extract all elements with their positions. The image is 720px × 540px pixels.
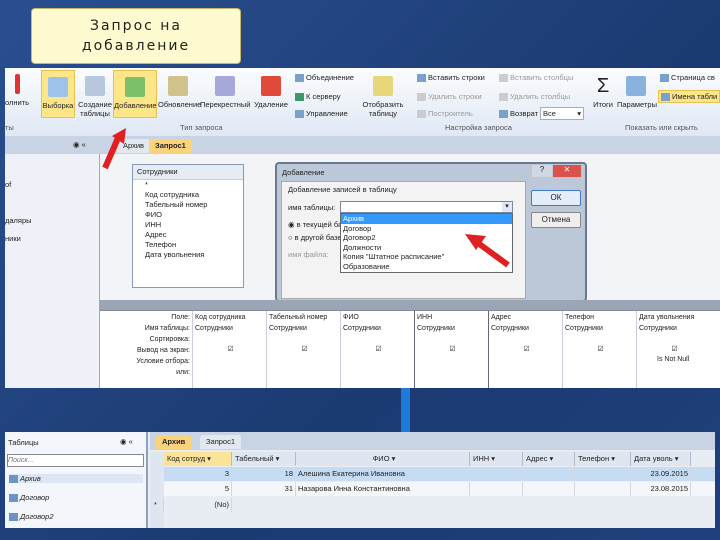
table-cell[interactable]: 23.08.2015 bbox=[631, 482, 691, 496]
navigation-pane: Таблицы ◉ « Архив Договор Договор2 bbox=[5, 432, 148, 528]
table-cell[interactable]: 18 bbox=[232, 467, 296, 481]
table-cell[interactable]: Назарова Инна Константиновна bbox=[296, 482, 470, 496]
table-cell[interactable]: 23.09.2015 bbox=[631, 467, 691, 481]
table-name: Договор2 bbox=[20, 512, 54, 521]
column-header[interactable]: ИНН ▾ bbox=[470, 452, 523, 466]
search-input[interactable] bbox=[7, 454, 144, 467]
table-cell[interactable]: Алешина Екатерина Ивановна bbox=[296, 467, 470, 481]
new-record-icon: * bbox=[152, 498, 164, 512]
red-arrow-dialog bbox=[465, 234, 510, 268]
table-cell[interactable] bbox=[523, 467, 575, 481]
table-name: Архив bbox=[20, 474, 41, 483]
table-cell[interactable] bbox=[575, 467, 631, 481]
table-icon bbox=[9, 475, 18, 484]
column-header[interactable]: Адрес ▾ bbox=[523, 452, 575, 466]
table-cell[interactable]: 3 bbox=[164, 467, 232, 481]
table-cell[interactable]: 5 bbox=[164, 482, 232, 496]
table-cell[interactable] bbox=[470, 467, 523, 481]
table-cell[interactable]: 31 bbox=[232, 482, 296, 496]
access-datasheet-screenshot: Таблицы ◉ « АрхивДоговорДоговор2 Архив З… bbox=[5, 432, 715, 528]
nav-table-item[interactable]: Архив bbox=[9, 474, 143, 484]
table-name: Договор bbox=[20, 493, 50, 502]
column-header[interactable]: Табельный ▾ bbox=[232, 452, 296, 466]
nav-title: Таблицы bbox=[8, 438, 39, 447]
column-header[interactable]: Телефон ▾ bbox=[575, 452, 631, 466]
table-icon bbox=[9, 513, 18, 522]
table-cell[interactable] bbox=[523, 482, 575, 496]
column-header[interactable]: ФИО ▾ bbox=[296, 452, 470, 466]
datasheet: Код сотруд ▾ Табельный ▾ ФИО ▾ ИНН ▾ Адрес ▾… bbox=[150, 432, 715, 528]
table-icon bbox=[9, 494, 18, 503]
red-arrow-ribbon bbox=[102, 128, 126, 170]
nav-table-item[interactable]: Договор2 bbox=[9, 512, 54, 522]
nav-table-item[interactable]: Договор bbox=[9, 493, 50, 503]
nav-collapse-icon[interactable]: ◉ « bbox=[120, 437, 133, 446]
row-selector-column bbox=[150, 452, 164, 528]
table-cell[interactable] bbox=[575, 482, 631, 496]
table-cell[interactable] bbox=[470, 482, 523, 496]
new-row-cell[interactable]: (No) bbox=[164, 498, 232, 512]
column-header[interactable]: Дата уволь ▾ bbox=[631, 452, 691, 466]
column-header[interactable]: Код сотруд ▾ bbox=[164, 452, 232, 466]
